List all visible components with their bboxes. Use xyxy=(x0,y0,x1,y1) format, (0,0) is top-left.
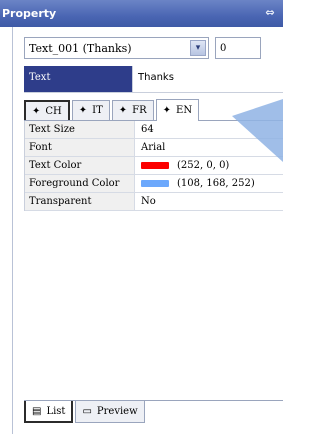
tab-list-label: List xyxy=(46,405,66,417)
tab-fr-label: FR xyxy=(132,105,147,116)
tab-list[interactable]: ▤ List xyxy=(24,401,74,423)
foreground-color-swatch[interactable] xyxy=(141,180,169,187)
property-value-container[interactable]: (108, 168, 252) xyxy=(135,175,283,192)
text-row-value[interactable]: Thanks xyxy=(133,66,283,92)
property-row-transparent[interactable]: Transparent No xyxy=(25,193,283,211)
window-title: Property xyxy=(2,7,57,20)
chevron-down-icon[interactable]: ▾ xyxy=(190,40,206,56)
property-value[interactable]: No xyxy=(135,193,283,210)
property-label: Font xyxy=(25,139,135,156)
property-value: (108, 168, 252) xyxy=(177,178,255,189)
bottom-tabs: ▤ List ▭ Preview xyxy=(24,400,283,426)
property-value[interactable]: 64 xyxy=(135,121,283,138)
object-selector[interactable]: Text_001 (Thanks) ▾ xyxy=(24,37,209,59)
preview-icon: ▭ xyxy=(82,406,92,417)
tab-it-label: IT xyxy=(92,105,103,116)
property-label: Text Size xyxy=(25,121,135,138)
antenna-icon: ✦ xyxy=(118,105,128,116)
tab-preview[interactable]: ▭ Preview xyxy=(75,401,145,423)
language-tabs: ✦ CH ✦ IT ✦ FR ✦ EN xyxy=(24,97,283,121)
property-panel: Property ⇔ Text_001 (Thanks) ▾ 0 Text Th… xyxy=(0,0,283,434)
property-value[interactable]: Arial xyxy=(135,139,283,156)
property-label: Foreground Color xyxy=(25,175,135,192)
selector-row: Text_001 (Thanks) ▾ 0 xyxy=(24,36,261,60)
tab-preview-label: Preview xyxy=(96,406,138,417)
property-row-foreground-color[interactable]: Foreground Color (108, 168, 252) xyxy=(25,175,283,193)
title-bar: Property ⇔ xyxy=(0,0,283,27)
text-row[interactable]: Text Thanks xyxy=(24,66,283,93)
property-grid: Text Thanks ✦ CH ✦ IT ✦ FR ✦ EN Text Siz… xyxy=(24,66,283,211)
tab-en[interactable]: ✦ EN xyxy=(155,99,200,121)
property-row-text-color[interactable]: Text Color (252, 0, 0) xyxy=(25,157,283,175)
object-selector-value: Text_001 (Thanks) xyxy=(29,41,132,55)
antenna-icon: ✦ xyxy=(78,105,88,116)
antenna-icon: ✦ xyxy=(162,105,172,116)
text-color-swatch[interactable] xyxy=(141,162,169,169)
property-row-text-size[interactable]: Text Size 64 xyxy=(25,121,283,139)
number-field-value: 0 xyxy=(220,42,227,54)
property-label: Transparent xyxy=(25,193,135,210)
property-value: (252, 0, 0) xyxy=(177,160,230,171)
pin-icon[interactable]: ⇔ xyxy=(263,6,277,20)
tab-ch-label: CH xyxy=(45,105,62,117)
tab-it[interactable]: ✦ IT xyxy=(71,100,110,120)
tab-fr[interactable]: ✦ FR xyxy=(111,100,154,120)
property-label: Text Color xyxy=(25,157,135,174)
property-table: Text Size 64 Font Arial Text Color (252,… xyxy=(24,121,283,211)
tab-ch[interactable]: ✦ CH xyxy=(24,100,70,120)
property-row-font[interactable]: Font Arial xyxy=(25,139,283,157)
property-value-container[interactable]: (252, 0, 0) xyxy=(135,157,283,174)
list-icon: ▤ xyxy=(32,405,42,417)
number-field[interactable]: 0 xyxy=(215,37,261,59)
antenna-icon: ✦ xyxy=(32,105,41,117)
text-row-label: Text xyxy=(24,66,133,92)
tab-en-label: EN xyxy=(176,105,193,116)
